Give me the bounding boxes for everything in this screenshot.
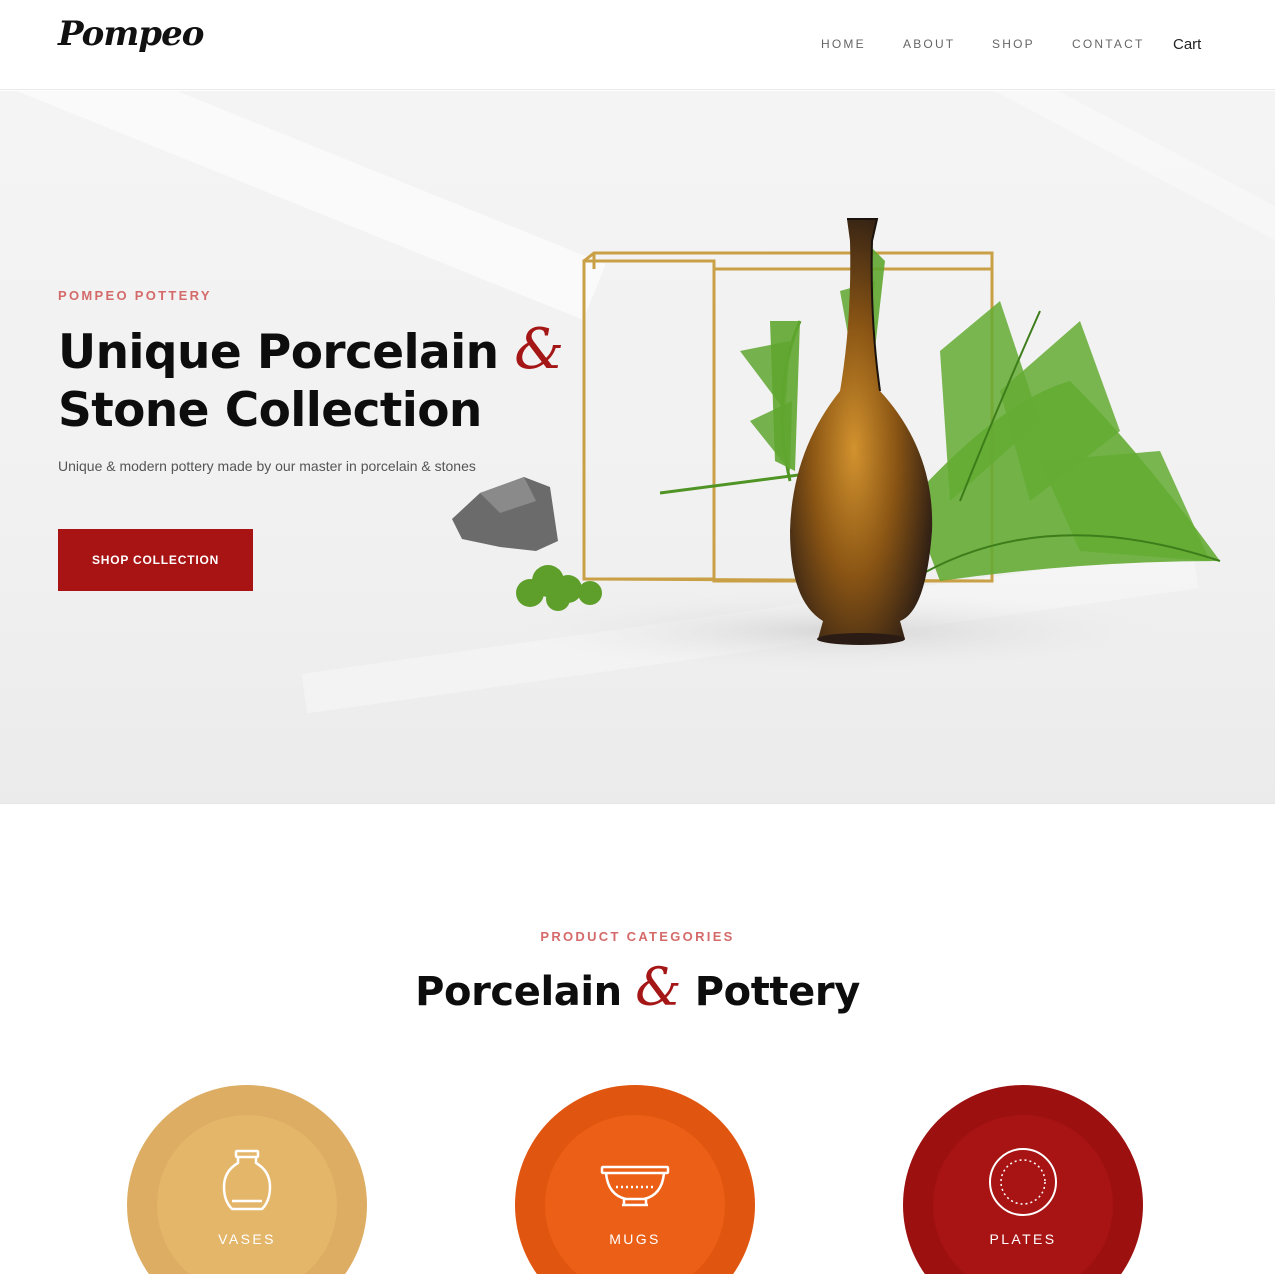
category-vases[interactable]: VASES [127, 1085, 367, 1274]
site-header: Pompeo HOME ABOUT SHOP CONTACT Cart [0, 0, 1275, 90]
nav-cart[interactable]: Cart [1173, 36, 1201, 53]
categories-title-part1: Porcelain [415, 969, 622, 1015]
main-nav: HOME ABOUT SHOP CONTACT Cart [0, 36, 1275, 53]
categories-eyebrow: PRODUCT CATEGORIES [540, 929, 735, 944]
hero-title-line2: Stone Collection [58, 383, 482, 438]
category-label: VASES [218, 1231, 276, 1247]
nav-contact[interactable]: CONTACT [1072, 37, 1145, 51]
bowl-icon [600, 1165, 670, 1207]
nav-about[interactable]: ABOUT [903, 37, 955, 51]
categories-title-ampersand: & [635, 958, 682, 1018]
categories-title-part2: Pottery [694, 969, 861, 1015]
categories-title: Porcelain & Pottery [0, 958, 1275, 1018]
category-label: MUGS [609, 1231, 661, 1247]
hero-subtitle: Unique & modern pottery made by our mast… [58, 458, 476, 474]
hero-title-line1: Unique Porcelain [58, 325, 499, 380]
plate-icon [989, 1148, 1057, 1216]
hero-section: POMPEO POTTERY Unique Porcelain & Stone … [0, 91, 1275, 804]
category-plates[interactable]: PLATES [903, 1085, 1143, 1274]
vase-icon [222, 1149, 272, 1211]
hero-eyebrow: POMPEO POTTERY [58, 288, 212, 303]
nav-home[interactable]: HOME [821, 37, 866, 51]
nav-shop[interactable]: SHOP [992, 37, 1035, 51]
category-label: PLATES [989, 1231, 1057, 1247]
category-mugs[interactable]: MUGS [515, 1085, 755, 1274]
shop-collection-button[interactable]: SHOP COLLECTION [58, 529, 253, 591]
hero-product-image [452, 218, 1221, 671]
